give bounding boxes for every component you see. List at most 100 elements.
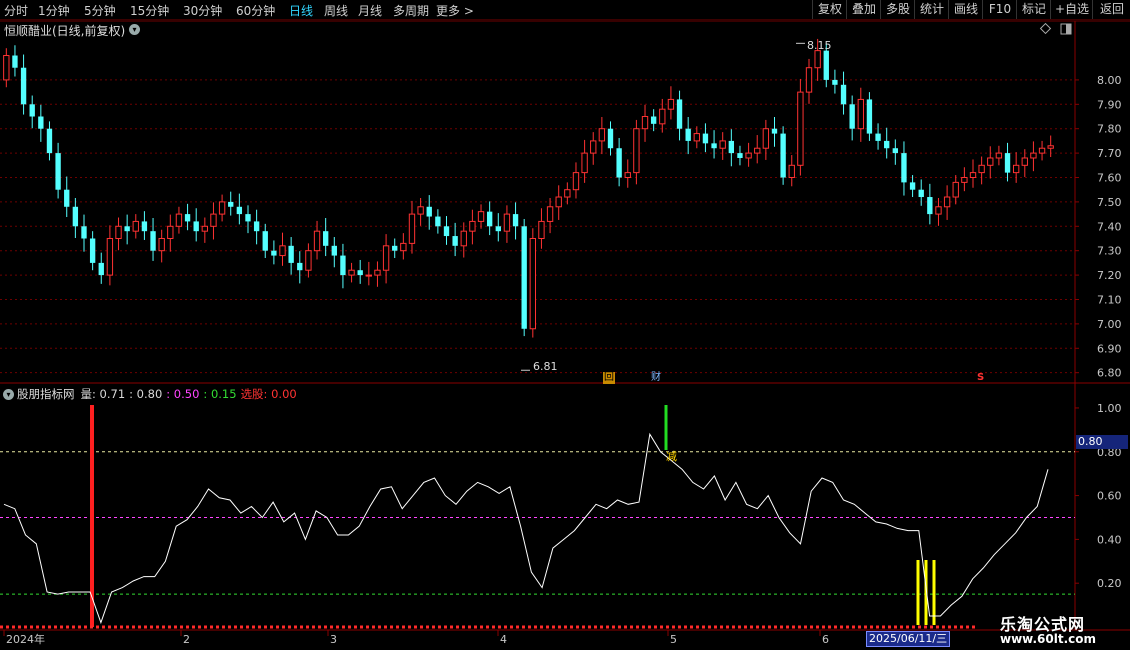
indicator-name: 股朋指标网: [17, 387, 75, 401]
candle-body: [452, 236, 458, 246]
candle: [426, 195, 432, 230]
candle-body: [175, 213, 183, 227]
candle-body: [927, 197, 933, 215]
candle-body: [331, 245, 337, 256]
candle: [288, 237, 294, 275]
high-price-label: 8.15: [807, 39, 832, 52]
candle-body: [382, 245, 390, 271]
candle: [875, 123, 881, 150]
candle-body: [392, 245, 398, 251]
candle: [607, 121, 614, 156]
candle: [20, 54, 27, 115]
candle: [728, 129, 735, 167]
candle-body: [262, 231, 268, 251]
indicator-value-0: 量: 0.71: [80, 387, 126, 401]
candle: [961, 167, 968, 192]
candle-body: [20, 67, 27, 105]
price-tick-label: 7.00: [1097, 318, 1122, 331]
candle-body: [590, 140, 597, 154]
indicator-current-value: 0.80: [1076, 435, 1128, 449]
candle: [1004, 142, 1011, 182]
candle: [581, 139, 588, 183]
candle: [892, 139, 898, 165]
candle-body: [995, 152, 1003, 159]
candle-body: [201, 225, 209, 232]
low-price-label: 6.81: [533, 360, 558, 373]
candle: [590, 132, 597, 165]
candle: [598, 116, 606, 155]
candle-body: [788, 164, 795, 179]
candle-body: [641, 116, 649, 130]
candle-body: [918, 189, 924, 198]
candle: [624, 159, 631, 188]
hui-marker[interactable]: 回: [603, 372, 615, 384]
candle: [253, 209, 260, 245]
candle-body: [745, 152, 752, 159]
price-tick-label: 7.50: [1097, 196, 1122, 209]
candle-body: [607, 128, 614, 149]
candle: [201, 217, 209, 243]
candle-body: [546, 206, 554, 222]
candle-body: [12, 55, 18, 68]
candle-body: [106, 237, 114, 276]
diamond-icon[interactable]: [1039, 22, 1052, 35]
panel-toggle-icon[interactable]: [1060, 23, 1072, 35]
candle-body: [158, 237, 165, 252]
candle-body: [650, 116, 657, 124]
candle: [546, 197, 554, 234]
candle-body: [719, 140, 726, 149]
candle: [538, 208, 545, 249]
candle: [132, 214, 139, 239]
candle-body: [901, 153, 907, 183]
candle-body: [581, 152, 588, 174]
candle: [771, 116, 778, 147]
candle-body: [762, 128, 770, 149]
candle-body: [253, 221, 260, 232]
chevron-down-icon[interactable]: ▾: [3, 389, 14, 400]
candle: [572, 162, 580, 199]
price-tick-label: 6.90: [1097, 342, 1122, 355]
candle: [392, 238, 398, 259]
candle-body: [754, 147, 761, 154]
candle-body: [1030, 152, 1037, 159]
candle-body: [477, 211, 485, 222]
candle: [150, 218, 156, 261]
candle-body: [443, 226, 450, 237]
candle-body: [400, 242, 407, 252]
candle: [400, 233, 407, 260]
cai-marker[interactable]: 财: [650, 372, 662, 384]
candle: [29, 95, 35, 129]
candle-body: [771, 128, 778, 134]
sell-s-marker[interactable]: S: [976, 372, 985, 384]
candle: [969, 159, 977, 188]
indicator-line: [3, 432, 1049, 625]
candle-body: [210, 213, 217, 227]
candle: [417, 197, 424, 226]
candle-body: [426, 206, 432, 217]
candle: [927, 183, 933, 225]
candle: [175, 206, 183, 234]
candle: [1012, 152, 1020, 183]
candle-body: [435, 216, 441, 227]
candle: [348, 262, 355, 283]
candle: [374, 261, 381, 287]
candle: [297, 251, 303, 284]
candle-body: [1047, 145, 1054, 149]
candle-body: [737, 153, 743, 158]
candle-body: [417, 206, 424, 215]
candle-body: [279, 245, 286, 257]
candle: [918, 179, 924, 206]
candle: [616, 137, 622, 187]
candle-body: [840, 84, 847, 105]
candle-body: [616, 148, 622, 178]
time-tick-label: 3: [330, 633, 337, 646]
candle-body: [952, 181, 959, 198]
candle: [38, 104, 44, 142]
candle-body: [572, 172, 580, 191]
price-tick-label: 7.10: [1097, 293, 1122, 306]
candle: [477, 204, 485, 229]
candle: [141, 211, 148, 240]
candle: [805, 58, 813, 104]
candle: [641, 104, 649, 142]
price-tick-label: 7.20: [1097, 269, 1122, 282]
